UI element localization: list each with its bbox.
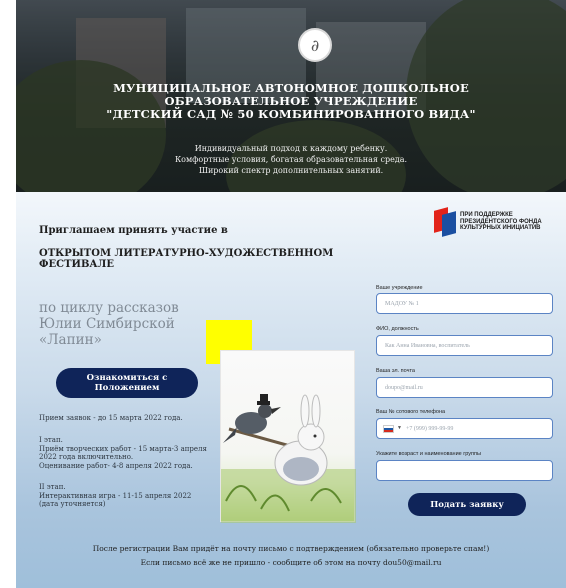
invite-heading: Приглашаем принять участие в bbox=[39, 225, 228, 236]
deadline-text: Прием заявок - до 15 марта 2022 года. bbox=[39, 414, 183, 422]
russia-flag-icon[interactable] bbox=[383, 424, 394, 433]
submit-application-button[interactable]: Подать заявку bbox=[408, 493, 526, 516]
phone-input[interactable]: ▼ +7 (999) 999-99-99 bbox=[376, 418, 553, 439]
stage-2-text: II этап. Интерактивная игра - 11-15 апре… bbox=[39, 483, 192, 509]
footer-note: После регистрации Вам придёт на почту пи… bbox=[92, 544, 490, 567]
presidential-fund-logo: ПРИ ПОДДЕРЖКЕ ПРЕЗИДЕНТСКОГО ФОНДА КУЛЬТ… bbox=[434, 207, 542, 237]
fund-emblem-icon bbox=[434, 207, 456, 237]
stage-1-text: I этап. Приём творческих работ - 15 март… bbox=[39, 436, 207, 470]
read-regulations-button[interactable]: Ознакомиться с Положением bbox=[56, 368, 198, 398]
kindergarten-logo: ∂ bbox=[298, 28, 332, 62]
institution-input[interactable]: МАДОУ № 1 bbox=[376, 293, 553, 314]
group-label: Укажите возраст и наименование группы bbox=[376, 451, 481, 457]
phone-label: Ваш № сотового телефона bbox=[376, 409, 446, 415]
email-input[interactable]: doupo@mail.ru bbox=[376, 377, 553, 398]
rabbit-and-crow-illustration bbox=[220, 350, 356, 523]
festival-title: ОТКРЫТОМ ЛИТЕРАТУРНО-ХУДОЖЕСТВЕННОМ ФЕСТ… bbox=[39, 248, 334, 270]
hero-tagline: Индивидуальный подход к каждому ребенку.… bbox=[174, 144, 408, 175]
name-position-input[interactable]: Как Анна Ивановна, воспитатель bbox=[376, 335, 553, 356]
name-position-label: ФИО, должность bbox=[376, 326, 419, 332]
chevron-down-icon[interactable]: ▼ bbox=[397, 426, 402, 431]
hero-title: МУНИЦИПАЛЬНОЕ АВТОНОМНОЕ ДОШКОЛЬНОЕ ОБРА… bbox=[106, 81, 476, 121]
institution-label: Ваше учреждение bbox=[376, 285, 423, 291]
story-series: по циклу рассказов Юлии Симбирской «Лапи… bbox=[39, 300, 179, 348]
email-label: Ваша эл. почта bbox=[376, 368, 415, 374]
group-input[interactable] bbox=[376, 460, 553, 481]
